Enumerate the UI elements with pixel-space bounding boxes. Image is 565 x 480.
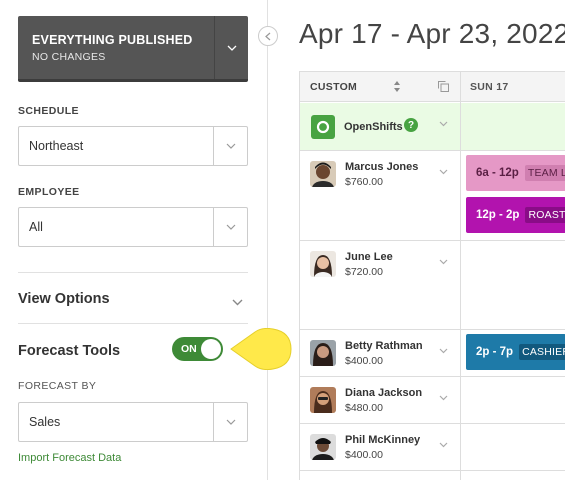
column-divider (460, 72, 461, 480)
avatar (310, 434, 336, 460)
chevron-down-icon[interactable] (213, 127, 247, 165)
help-icon[interactable]: ? (404, 118, 418, 132)
sidebar: EVERYTHING PUBLISHED NO CHANGES SCHEDULE… (0, 0, 268, 480)
avatar (310, 387, 336, 413)
employee-wage: $720.00 (345, 266, 383, 278)
sort-icon[interactable] (393, 80, 401, 93)
avatar (310, 251, 336, 277)
shift-time: 2p - 7p (476, 346, 514, 358)
open-shifts-icon (311, 115, 335, 139)
employee-value: All (29, 220, 43, 234)
toggle-knob (201, 339, 221, 359)
callout-pointer-icon (230, 328, 292, 370)
schedule-value: Northeast (29, 139, 84, 153)
collapse-sidebar-button[interactable] (258, 26, 278, 46)
open-shifts-label: OpenShifts (344, 121, 403, 133)
forecast-tools-title: Forecast Tools (18, 343, 121, 359)
employee-name[interactable]: Marcus Jones (345, 161, 418, 173)
employee-row: June Lee $720.00 (300, 241, 565, 330)
avatar (310, 161, 336, 187)
publish-dropdown-toggle[interactable] (214, 16, 248, 79)
employee-row: Diana Jackson $480.00 (300, 377, 565, 424)
employee-wage: $480.00 (345, 402, 383, 414)
view-options-toggle[interactable]: View Options (18, 291, 110, 307)
chevron-down-icon[interactable] (439, 121, 448, 127)
employee-label: EMPLOYEE (18, 186, 80, 198)
schedule-label: SCHEDULE (18, 105, 79, 117)
employee-name[interactable]: June Lee (345, 251, 393, 263)
employee-row: Betty Rathman $400.00 2p - 7p CASHIER (300, 330, 565, 377)
chevron-down-icon[interactable] (439, 169, 448, 175)
open-shifts-row: OpenShifts ? (300, 103, 565, 151)
employee-wage: $400.00 (345, 355, 383, 367)
shift-block[interactable]: 12p - 2p ROASTER (466, 197, 565, 233)
forecast-tools-toggle[interactable]: ON (172, 337, 223, 361)
chevron-down-icon (227, 45, 236, 51)
schedule-grid: CUSTOM SUN 17 OpenShifts ? Marcus Jones … (299, 71, 565, 480)
publish-title: EVERYTHING PUBLISHED (32, 33, 193, 47)
employee-name[interactable]: Betty Rathman (345, 340, 423, 352)
employee-select[interactable]: All (18, 207, 248, 247)
shift-block[interactable]: 2p - 7p CASHIER (466, 334, 565, 370)
employee-row: Phil McKinney $400.00 (300, 424, 565, 471)
employee-name[interactable]: Diana Jackson (345, 387, 422, 399)
publish-subtitle: NO CHANGES (32, 51, 106, 63)
shift-time: 6a - 12p (476, 167, 519, 179)
forecast-by-value: Sales (29, 415, 61, 429)
shift-role: CASHIER (519, 344, 565, 360)
employee-wage: $400.00 (345, 449, 383, 461)
import-forecast-link[interactable]: Import Forecast Data (18, 452, 121, 464)
shift-time: 12p - 2p (476, 209, 520, 221)
chevron-down-icon[interactable] (439, 395, 448, 401)
copy-icon[interactable] (438, 81, 449, 92)
chevron-down-icon[interactable] (213, 208, 247, 246)
forecast-by-select[interactable]: Sales (18, 402, 248, 442)
publish-status[interactable]: EVERYTHING PUBLISHED NO CHANGES (18, 16, 214, 79)
chevron-down-icon[interactable] (439, 348, 448, 354)
grid-header: CUSTOM SUN 17 (300, 72, 565, 102)
chevron-down-icon[interactable] (439, 442, 448, 448)
date-range-title: Apr 17 - Apr 23, 2022 (299, 18, 565, 49)
divider (18, 272, 248, 273)
shift-role: TEAM LEAD (524, 165, 565, 181)
forecast-by-label: FORECAST BY (18, 380, 97, 392)
divider (18, 323, 248, 324)
shift-role: ROASTER (525, 207, 565, 223)
toggle-label: ON (181, 343, 197, 355)
schedule-select[interactable]: Northeast (18, 126, 248, 166)
custom-sort-header[interactable]: CUSTOM (310, 81, 357, 93)
chevron-down-icon[interactable] (439, 259, 448, 265)
employee-name[interactable]: Phil McKinney (345, 434, 420, 446)
chevron-down-icon[interactable] (213, 403, 247, 441)
chevron-left-icon (265, 32, 271, 40)
avatar (310, 340, 336, 366)
employee-wage: $760.00 (345, 176, 383, 188)
day-header-sun: SUN 17 (470, 81, 509, 93)
shift-block[interactable]: 6a - 12p TEAM LEAD (466, 155, 565, 191)
chevron-down-icon[interactable] (232, 293, 243, 311)
employee-row: Marcus Jones $760.00 6a - 12p TEAM LEAD … (300, 151, 565, 241)
publish-status-button[interactable]: EVERYTHING PUBLISHED NO CHANGES (18, 16, 248, 82)
